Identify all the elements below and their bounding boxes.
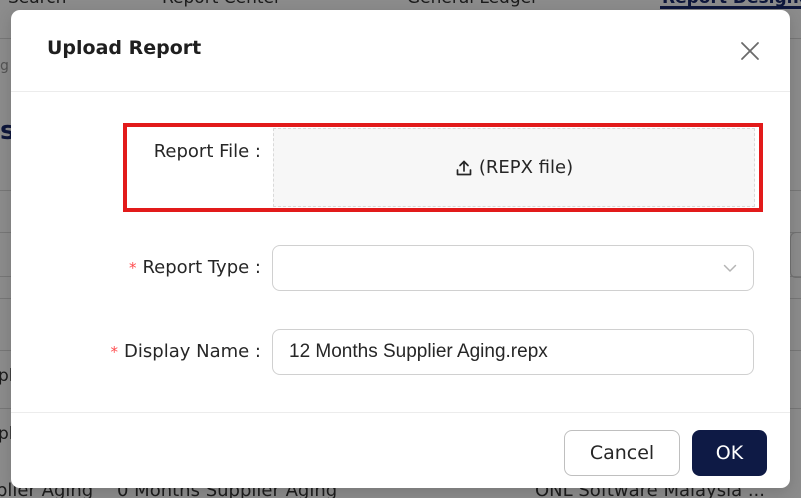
close-icon <box>741 42 759 60</box>
upload-icon <box>456 160 472 175</box>
report-type-label-text: Report Type : <box>142 257 261 278</box>
display-name-label-text: Display Name : <box>124 341 261 362</box>
report-type-select[interactable] <box>272 245 754 291</box>
upload-report-dialog: Upload Report Report File : (REPX file) … <box>11 10 790 488</box>
chevron-down-icon <box>723 264 737 272</box>
ok-button[interactable]: OK <box>692 430 767 476</box>
display-name-label: * Display Name : <box>111 341 261 362</box>
report-type-label: * Report Type : <box>129 257 261 278</box>
report-file-dropzone[interactable]: (REPX file) <box>273 128 755 207</box>
dialog-header: Upload Report <box>11 10 790 92</box>
report-file-label: Report File : <box>153 141 261 162</box>
dialog-title: Upload Report <box>47 37 202 59</box>
required-mark: * <box>128 259 137 277</box>
close-button[interactable] <box>737 38 763 64</box>
dialog-footer: Cancel OK <box>11 412 790 489</box>
dropzone-text: (REPX file) <box>478 157 574 178</box>
display-name-input[interactable] <box>272 329 754 375</box>
required-mark: * <box>110 343 119 361</box>
cancel-button[interactable]: Cancel <box>564 430 680 476</box>
